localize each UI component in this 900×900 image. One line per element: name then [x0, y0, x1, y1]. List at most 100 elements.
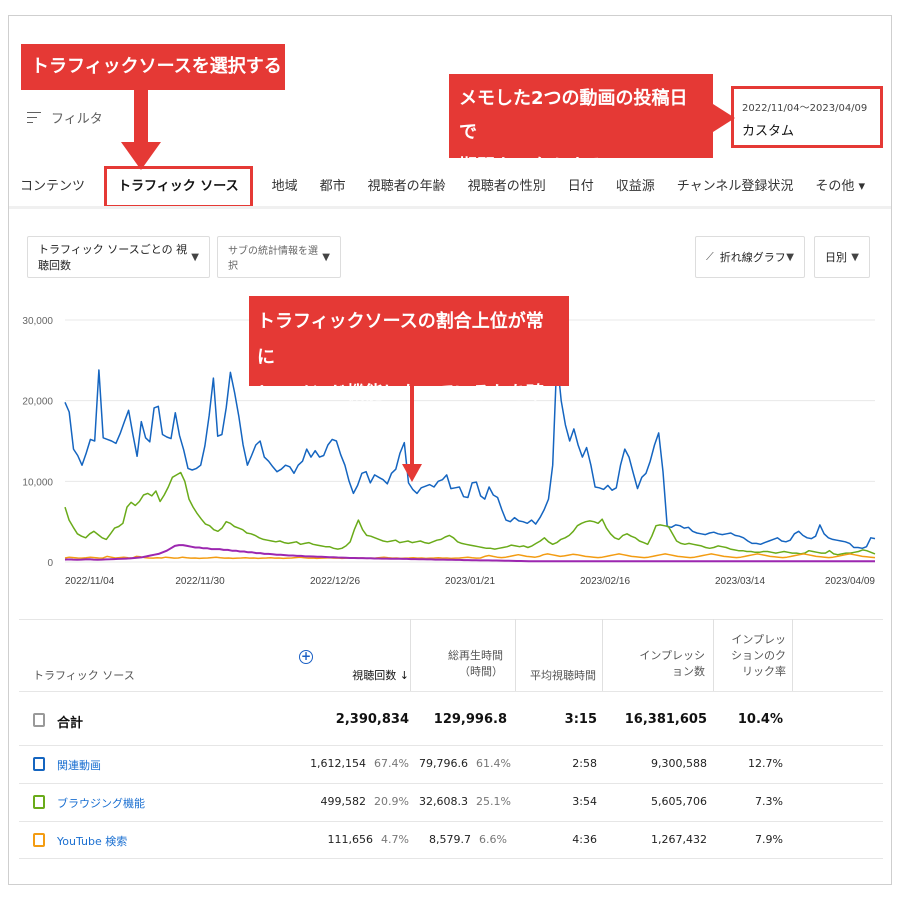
- column-divider: [410, 619, 411, 691]
- annotation-custom-period-line1: メモした2つの動画の投稿日で: [459, 88, 688, 143]
- line-chart-icon: ⟋: [706, 250, 714, 263]
- filter-icon: [27, 111, 41, 124]
- tab-traffic-source[interactable]: トラフィック ソース: [104, 166, 253, 208]
- row-views-pct: 4.7%: [381, 833, 409, 846]
- column-divider: [602, 619, 603, 691]
- series-line-1: [64, 471, 876, 556]
- row-avg-duration: 2:58: [572, 757, 597, 770]
- caret-down-icon: ▼: [786, 251, 794, 263]
- y-tick-label: 0: [47, 558, 53, 569]
- date-range-text: 2022/11/04～2023/04/09: [742, 103, 868, 114]
- header-ctr[interactable]: インプレッションのクリック率: [722, 632, 786, 680]
- tabs-divider: [9, 206, 891, 209]
- series-line-2: [64, 553, 876, 560]
- column-divider: [515, 619, 516, 691]
- date-range-picker[interactable]: 2022/11/04～2023/04/09 カスタム: [731, 86, 883, 148]
- header-views[interactable]: 視聴回数 ↓: [339, 668, 409, 684]
- x-tick-label: 2022/11/04: [65, 576, 115, 587]
- tab-viewer-age[interactable]: 視聴者の年齢: [357, 166, 457, 208]
- row-impressions: 5,605,706: [651, 795, 707, 808]
- arrow-down-icon: [121, 90, 161, 170]
- date-range-mode: カスタム: [742, 124, 795, 139]
- sub-metric-dropdown-label: サブの統計情報を選択: [228, 246, 318, 272]
- x-tick-label: 2023/01/21: [445, 576, 495, 587]
- y-tick-label: 10,000: [22, 477, 53, 488]
- annotation-custom-period: メモした2つの動画の投稿日で 期間カスタムする: [449, 74, 713, 177]
- total-avg-duration: 3:15: [564, 712, 597, 727]
- row-views-pct: 67.4%: [374, 757, 409, 770]
- checkbox-icon[interactable]: [33, 757, 45, 771]
- row-ctr: 12.7%: [748, 757, 783, 770]
- table-top-border: [19, 619, 883, 620]
- caret-down-icon: ▼: [851, 251, 859, 263]
- row-watch-pct: 25.1%: [475, 795, 511, 808]
- add-metric-icon[interactable]: +: [299, 650, 313, 664]
- row-views-pct: 20.9%: [374, 795, 409, 808]
- chart-type-label: 折れ線グラフ: [719, 251, 786, 264]
- header-watch-time[interactable]: 総再生時間（時間）: [439, 648, 503, 680]
- header-avg-duration[interactable]: 平均視聴時間: [524, 668, 596, 684]
- chart-type-dropdown[interactable]: ⟋ 折れ線グラフ ▼: [695, 236, 805, 278]
- tab-content[interactable]: コンテンツ: [9, 166, 96, 208]
- checkbox-icon[interactable]: [33, 713, 45, 727]
- annotation-select-source: トラフィックソースを選択する: [21, 44, 285, 90]
- column-divider: [713, 619, 714, 691]
- total-impressions: 16,381,605: [624, 712, 707, 727]
- sub-metric-dropdown[interactable]: サブの統計情報を選択 ▼: [217, 236, 341, 278]
- x-tick-label: 2023/02/16: [580, 576, 630, 587]
- source-link-browse[interactable]: ブラウジング機能: [57, 795, 145, 811]
- table-row: 関連動画 1,612,154 67.4% 79,796.6 61.4% 2:58 9…: [19, 745, 883, 783]
- row-watch-time: 79,796.6: [419, 757, 468, 770]
- row-watch-pct: 6.6%: [479, 833, 507, 846]
- header-impressions[interactable]: インプレッション数: [629, 648, 705, 680]
- filter-label: フィルタ: [51, 112, 103, 127]
- arrow-right-icon: [713, 104, 735, 132]
- caret-down-icon: ▼: [191, 251, 199, 263]
- source-link-related[interactable]: 関連動画: [57, 757, 101, 773]
- source-link-search[interactable]: YouTube 検索: [57, 833, 127, 849]
- row-views: 111,656: [327, 833, 374, 846]
- row-ctr: 7.9%: [755, 833, 783, 846]
- row-avg-duration: 4:36: [572, 833, 597, 846]
- table-row: ブラウジング機能 499,582 20.9% 32,608.3 25.1% 3:54…: [19, 783, 883, 821]
- series-line-3: [64, 544, 875, 563]
- y-tick-label: 20,000: [22, 397, 53, 408]
- row-impressions: 9,300,588: [651, 757, 707, 770]
- row-watch-pct: 61.4%: [475, 757, 511, 770]
- annotation-check-line1: トラフィックソースの割合上位が常に: [257, 311, 544, 368]
- annotation-custom-period-line2: 期間カスタムする: [459, 156, 603, 177]
- row-views: 1,612,154: [310, 757, 367, 770]
- y-tick-label: 30,000: [22, 316, 53, 327]
- granularity-dropdown[interactable]: 日別 ▼: [814, 236, 870, 278]
- row-ctr: 7.3%: [755, 795, 783, 808]
- x-tick-label: 2022/12/26: [310, 576, 360, 587]
- row-impressions: 1,267,432: [651, 833, 707, 846]
- tab-region[interactable]: 地域: [261, 166, 309, 208]
- table-row: YouTube 検索 111,656 4.7% 8,579.7 6.6% 4:36 …: [19, 821, 883, 859]
- tab-more[interactable]: その他 ▾: [804, 166, 876, 208]
- checkbox-icon[interactable]: [33, 795, 45, 809]
- header-source: トラフィック ソース: [33, 669, 135, 682]
- tab-city[interactable]: 都市: [309, 166, 357, 208]
- total-views: 2,390,834: [335, 712, 409, 727]
- total-row: 合計 2,390,834 129,996.8 3:15 16,381,605 1…: [19, 691, 883, 745]
- row-views: 499,582: [320, 795, 367, 808]
- annotation-check-recommend: トラフィックソースの割合上位が常に レコメンド機能になっているかを確認: [249, 296, 569, 440]
- filter-bar[interactable]: フィルタ: [27, 108, 103, 127]
- row-watch-time: 32,608.3: [419, 795, 468, 808]
- checkbox-icon[interactable]: [33, 833, 45, 847]
- x-tick-label: 2022/11/30: [175, 576, 225, 587]
- granularity-label: 日別: [825, 251, 847, 264]
- row-watch-time: 8,579.7: [429, 833, 472, 846]
- dimension-tabs: コンテンツ トラフィック ソース 地域 都市 視聴者の年齢 視聴者の性別 日付 …: [9, 166, 891, 208]
- metric-dropdown[interactable]: トラフィック ソースごとの 視聴回数 ▼: [27, 236, 210, 278]
- total-label: 合計: [57, 716, 84, 731]
- caret-down-icon: ▼: [322, 251, 330, 263]
- column-divider: [792, 619, 793, 691]
- row-avg-duration: 3:54: [572, 795, 597, 808]
- total-ctr: 10.4%: [737, 712, 783, 727]
- analytics-panel: フィルタ 2022/11/04～2023/04/09 カスタム コンテンツ トラ…: [8, 15, 892, 885]
- metric-dropdown-label: トラフィック ソースごとの 視聴回数: [38, 243, 188, 272]
- arrow-down-icon: [402, 386, 422, 482]
- x-tick-label: 2023/03/14: [715, 576, 765, 587]
